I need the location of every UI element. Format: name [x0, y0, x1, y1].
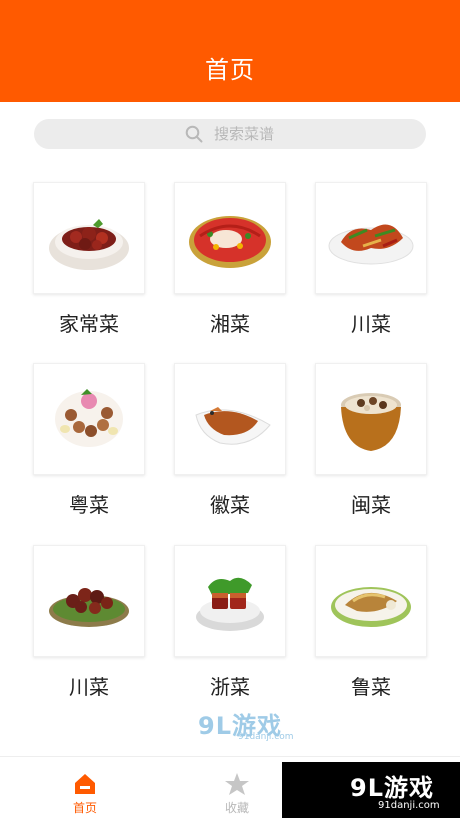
tab-favorites-label: 收藏: [224, 801, 249, 815]
dish-soup-pot-icon: [341, 393, 401, 451]
dish-image: [174, 363, 286, 475]
cuisine-label: 徽菜: [210, 493, 250, 517]
dish-image: [33, 182, 145, 294]
dish-braised-fish-sauce-icon: [331, 587, 411, 627]
dish-image: [315, 545, 427, 657]
cuisine-label: 川菜: [69, 675, 109, 699]
cuisine-item-chuancai-2[interactable]: 川菜: [33, 545, 145, 699]
cuisine-label: 湘菜: [210, 312, 250, 336]
watermark-url: 91danji.com: [238, 732, 294, 742]
dish-dongpo-pork-icon: [196, 577, 264, 631]
dish-dimsum-icon: [55, 389, 123, 447]
cuisine-item-huicai[interactable]: 徽菜: [174, 363, 286, 517]
dish-image: [33, 363, 145, 475]
tab-home[interactable]: 首页: [40, 763, 130, 815]
dish-stir-fry-icon: [328, 224, 414, 265]
cuisine-item-jiachangcai[interactable]: 家常菜: [33, 182, 145, 336]
app-screen: 首页 搜索菜谱 家常菜 湘菜 川菜 粤菜 徽菜 闽菜 川菜 浙菜 鲁菜 9L游戏…: [0, 0, 460, 818]
star-icon: [225, 773, 249, 795]
cuisine-item-yuecai[interactable]: 粤菜: [33, 363, 145, 517]
dish-image: [33, 545, 145, 657]
cuisine-label: 浙菜: [210, 675, 250, 699]
dish-braised-pork-icon: [49, 219, 129, 270]
cuisine-item-xiangcai[interactable]: 湘菜: [174, 182, 286, 336]
cuisine-label: 川菜: [351, 312, 391, 336]
tab-home-label: 首页: [72, 801, 97, 815]
dish-image: [174, 545, 286, 657]
cuisine-item-mincai[interactable]: 闽菜: [315, 363, 427, 517]
cuisine-label: 粤菜: [69, 493, 109, 517]
dish-image: [174, 182, 286, 294]
cuisine-grid: 家常菜 湘菜 川菜 粤菜 徽菜 闽菜 川菜 浙菜 鲁菜: [0, 0, 460, 818]
corner-watermark-url: 91danji.com: [378, 800, 440, 811]
dish-braised-fish-icon: [195, 407, 271, 445]
watermark-logo: 9L游戏 91danji.com: [196, 706, 294, 742]
dish-spicy-meat-icon: [49, 588, 129, 627]
tab-favorites[interactable]: 收藏: [192, 763, 282, 815]
cuisine-label: 闽菜: [351, 493, 391, 517]
dish-image: [315, 182, 427, 294]
cuisine-label: 家常菜: [59, 312, 119, 336]
dish-spicy-fish-icon: [189, 216, 271, 268]
dish-image: [315, 363, 427, 475]
cuisine-item-zhecai[interactable]: 浙菜: [174, 545, 286, 699]
corner-watermark-brand: 9L游戏: [350, 774, 434, 802]
cuisine-item-lucai[interactable]: 鲁菜: [315, 545, 427, 699]
cuisine-item-chuancai[interactable]: 川菜: [315, 182, 427, 336]
home-icon: [75, 774, 95, 794]
cuisine-label: 鲁菜: [351, 675, 391, 699]
corner-watermark: 9L游戏 91danji.com: [282, 762, 460, 818]
